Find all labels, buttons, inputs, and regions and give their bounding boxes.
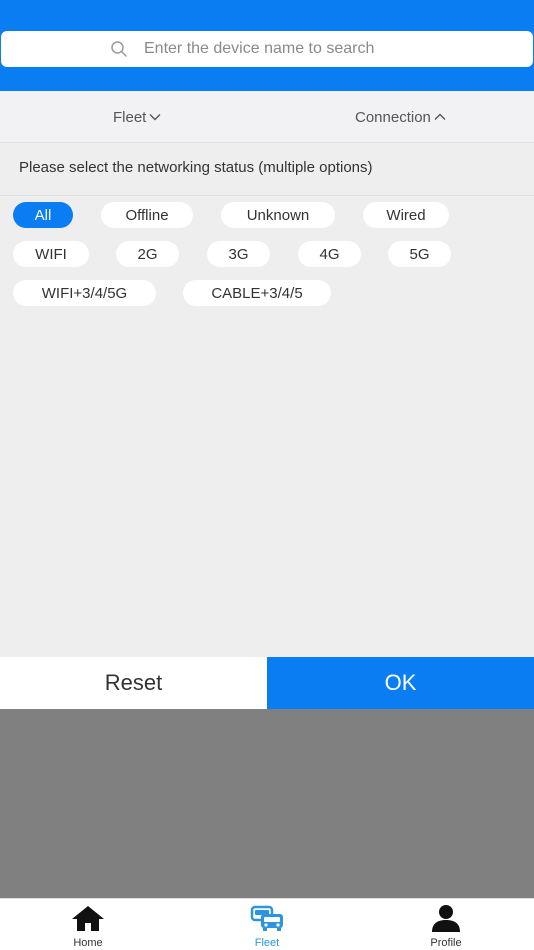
chip-4g[interactable]: 4G	[298, 241, 361, 267]
chip-3g[interactable]: 3G	[207, 241, 270, 267]
tab-profile[interactable]: Profile	[406, 903, 486, 949]
connection-filter-label: Connection	[355, 108, 431, 126]
connection-filter-panel: Please select the networking status (mul…	[0, 143, 534, 657]
chevron-up-icon	[434, 113, 446, 120]
panel-title: Please select the networking status (mul…	[19, 159, 373, 176]
tab-home-label: Home	[73, 937, 103, 949]
app-screen: Fleet Connection Please select the netwo…	[0, 0, 534, 950]
panel-divider	[0, 195, 534, 196]
dim-overlay[interactable]	[0, 709, 534, 898]
home-icon	[72, 906, 104, 931]
chip-5g[interactable]: 5G	[388, 241, 451, 267]
chip-wifi[interactable]: WIFI	[13, 241, 89, 267]
tab-profile-label: Profile	[430, 937, 462, 949]
fleet-filter-label: Fleet	[113, 108, 147, 126]
reset-button[interactable]: Reset	[0, 657, 267, 709]
chip-all[interactable]: All	[13, 202, 73, 228]
filter-actions: Reset OK	[0, 657, 534, 709]
chip-unknown[interactable]: Unknown	[221, 202, 335, 228]
chip-wifi-345g[interactable]: WIFI+3/4/5G	[13, 280, 156, 306]
ok-button[interactable]: OK	[267, 657, 534, 709]
fleet-icon	[250, 905, 283, 931]
bottom-tab-bar: Home Fleet Profile	[0, 898, 534, 950]
tab-home[interactable]: Home	[48, 903, 128, 949]
search-icon	[111, 41, 127, 57]
chevron-down-icon	[149, 114, 161, 121]
chip-wired[interactable]: Wired	[363, 202, 449, 228]
connection-filter-tab[interactable]: Connection	[355, 91, 446, 143]
fleet-filter-tab[interactable]: Fleet	[113, 91, 161, 143]
tab-fleet-label: Fleet	[254, 937, 280, 949]
search-box[interactable]	[1, 31, 533, 67]
tab-fleet[interactable]: Fleet	[227, 903, 307, 949]
filter-bar: Fleet Connection	[0, 91, 534, 143]
header	[0, 0, 534, 91]
chip-offline[interactable]: Offline	[101, 202, 193, 228]
chip-2g[interactable]: 2G	[116, 241, 179, 267]
chip-cable-345[interactable]: CABLE+3/4/5	[183, 280, 331, 306]
profile-icon	[432, 905, 460, 932]
search-input[interactable]	[144, 40, 424, 58]
